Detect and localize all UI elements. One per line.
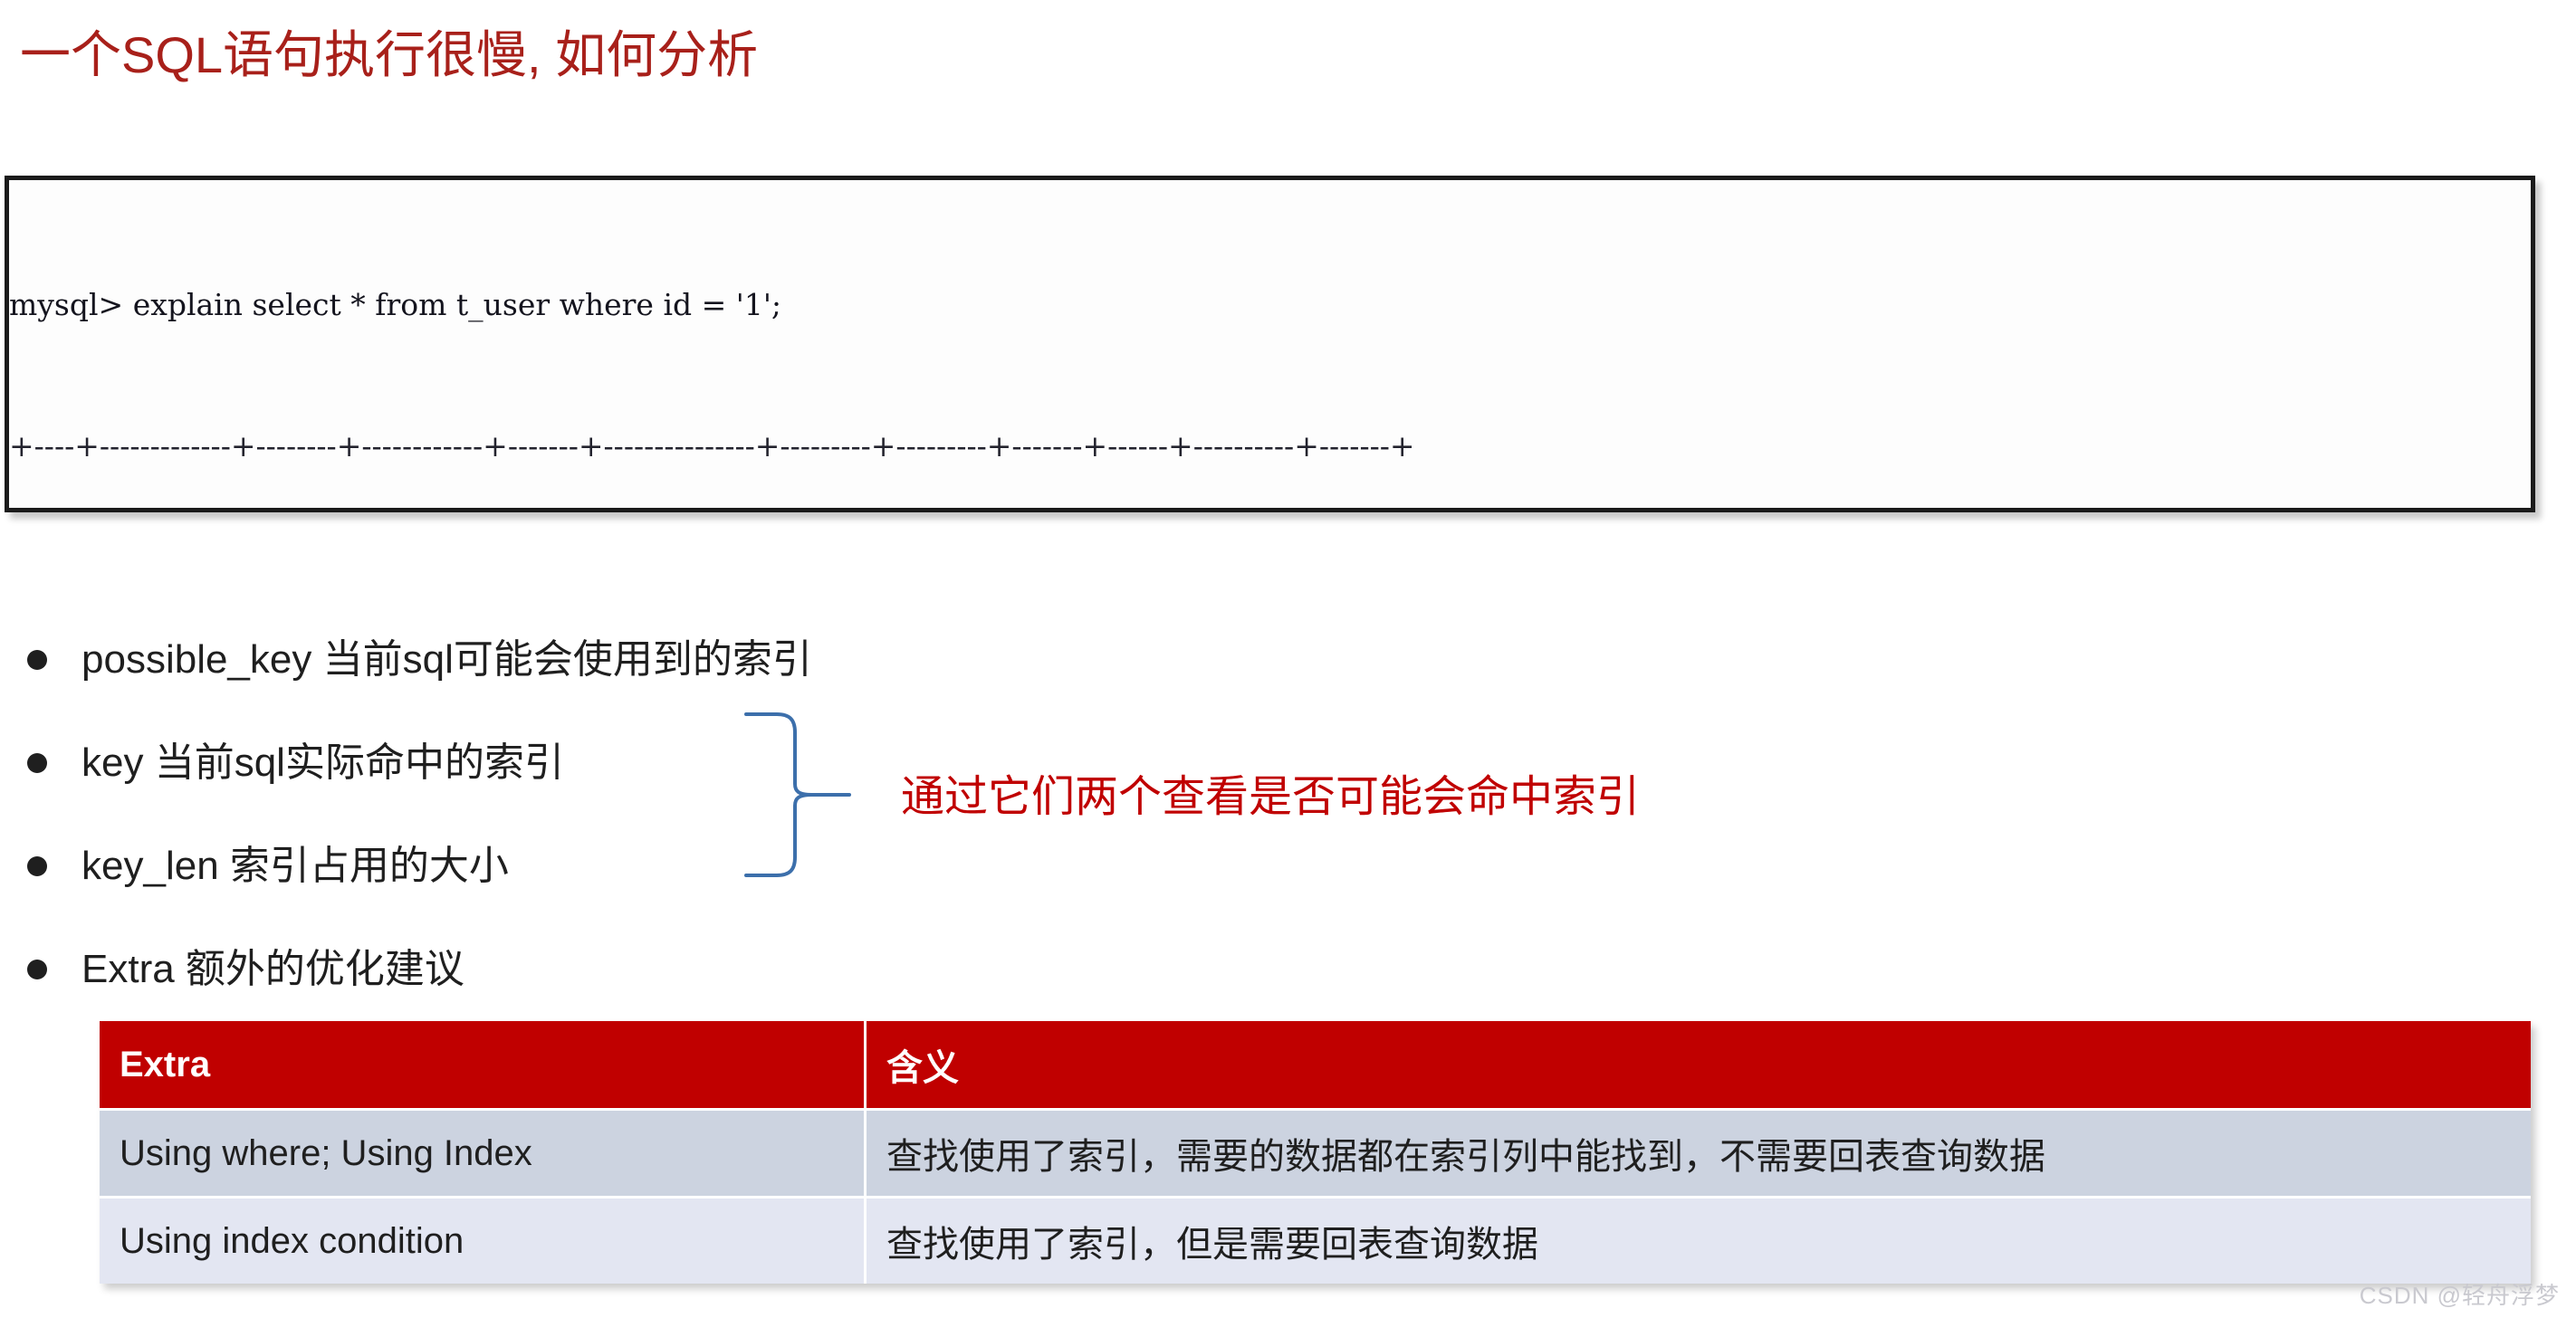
bullet-dot-icon [27, 960, 47, 979]
curly-brace-icon [742, 710, 869, 880]
bullet-label: key 当前sql实际命中的索引 [81, 740, 564, 785]
terminal-prompt-line: mysql> explain select * from t_user wher… [9, 287, 782, 322]
bullet-label: key_len 索引占用的大小 [81, 844, 509, 888]
bullet-label: Extra 额外的优化建议 [81, 947, 464, 991]
page-title: 一个SQL语句执行很慢, 如何分析 [20, 26, 759, 83]
bullet-dot-icon [27, 856, 47, 876]
bullet-label: possible_key 当前sql可能会使用到的索引 [81, 637, 812, 682]
bullet-dot-icon [27, 753, 47, 773]
table-header-row: Extra 含义 [100, 1021, 2531, 1108]
table-row: Using index condition 查找使用了索引，但是需要回表查询数据 [100, 1196, 2531, 1284]
cell-meaning: 查找使用了索引，需要的数据都在索引列中能找到，不需要回表查询数据 [867, 1108, 2531, 1196]
list-item: Extra 额外的优化建议 [27, 918, 1385, 1021]
terminal-text-body: mysql> explain select * from t_user wher… [9, 180, 2531, 508]
mysql-terminal-output: mysql> explain select * from t_user wher… [5, 176, 2535, 512]
cell-extra: Using index condition [100, 1196, 867, 1284]
list-item: key_len 索引占用的大小 [27, 815, 1385, 918]
cell-meaning: 查找使用了索引，但是需要回表查询数据 [867, 1196, 2531, 1284]
csdn-watermark: CSDN @轻舟浮梦 [2359, 1282, 2560, 1309]
annotation-text: 通过它们两个查看是否可能会命中索引 [901, 773, 1641, 821]
terminal-rule-top: +----+-------------+--------+-----------… [9, 428, 1415, 463]
column-header-meaning: 含义 [867, 1021, 2531, 1108]
column-header-extra: Extra [100, 1021, 867, 1108]
bullet-dot-icon [27, 650, 47, 670]
extra-meaning-table: Extra 含义 Using where; Using Index 查找使用了索… [100, 1021, 2531, 1284]
list-item: possible_key 当前sql可能会使用到的索引 [27, 608, 1385, 712]
cell-extra: Using where; Using Index [100, 1108, 867, 1196]
table-row: Using where; Using Index 查找使用了索引，需要的数据都在… [100, 1108, 2531, 1196]
